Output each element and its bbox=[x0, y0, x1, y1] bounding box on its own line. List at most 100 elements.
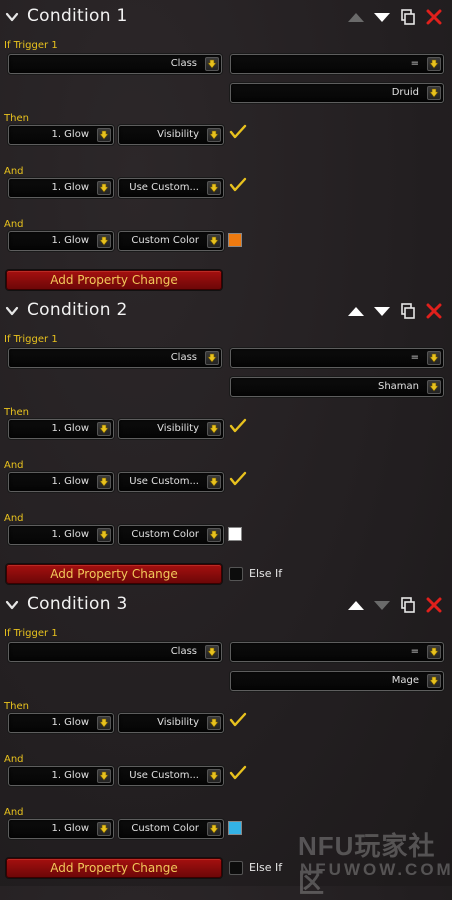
property-dropdown[interactable]: Visibility bbox=[118, 419, 224, 439]
checkmark-icon[interactable] bbox=[229, 471, 247, 487]
dropdown-arrow-icon[interactable] bbox=[207, 716, 221, 730]
property-dropdown[interactable]: Use Custom... bbox=[118, 766, 224, 786]
operator-dropdown-value: = bbox=[410, 58, 419, 69]
operator-dropdown-value: = bbox=[410, 646, 419, 657]
dropdown-arrow-icon[interactable] bbox=[207, 181, 221, 195]
else-if-checkbox[interactable] bbox=[229, 567, 243, 581]
target-dropdown[interactable]: 1. Glow bbox=[8, 472, 114, 492]
property-dropdown-value: Custom Color bbox=[131, 823, 199, 834]
target-dropdown[interactable]: 1. Glow bbox=[8, 178, 114, 198]
property-dropdown[interactable]: Use Custom... bbox=[118, 472, 224, 492]
target-dropdown[interactable]: 1. Glow bbox=[8, 231, 114, 251]
dropdown-arrow-icon[interactable] bbox=[427, 351, 441, 365]
condition-block: Condition 1 If Trigger 1 Class = Druid Then 1.… bbox=[0, 0, 452, 294]
move-down-icon[interactable] bbox=[373, 303, 391, 319]
property-dropdown[interactable]: Custom Color bbox=[118, 819, 224, 839]
dropdown-arrow-icon[interactable] bbox=[427, 57, 441, 71]
property-dropdown-value: Custom Color bbox=[131, 235, 199, 246]
target-dropdown[interactable]: 1. Glow bbox=[8, 819, 114, 839]
dropdown-arrow-icon[interactable] bbox=[97, 128, 111, 142]
dropdown-arrow-icon[interactable] bbox=[427, 674, 441, 688]
move-down-icon[interactable] bbox=[373, 9, 391, 25]
dropdown-arrow-icon[interactable] bbox=[207, 475, 221, 489]
target-dropdown-value: 1. Glow bbox=[51, 717, 89, 728]
dropdown-arrow-icon[interactable] bbox=[97, 234, 111, 248]
dropdown-arrow-icon[interactable] bbox=[97, 528, 111, 542]
dropdown-arrow-icon[interactable] bbox=[97, 822, 111, 836]
property-dropdown[interactable]: Custom Color bbox=[118, 525, 224, 545]
move-up-icon[interactable] bbox=[347, 303, 365, 319]
dropdown-arrow-icon[interactable] bbox=[207, 128, 221, 142]
target-dropdown-value: 1. Glow bbox=[51, 476, 89, 487]
chevron-down-icon[interactable] bbox=[5, 304, 19, 318]
dropdown-arrow-icon[interactable] bbox=[427, 86, 441, 100]
move-down-icon[interactable] bbox=[373, 597, 391, 613]
dropdown-arrow-icon[interactable] bbox=[205, 645, 219, 659]
target-dropdown[interactable]: 1. Glow bbox=[8, 713, 114, 733]
dropdown-arrow-icon[interactable] bbox=[97, 769, 111, 783]
dropdown-arrow-icon[interactable] bbox=[97, 716, 111, 730]
dropdown-arrow-icon[interactable] bbox=[207, 822, 221, 836]
value-dropdown[interactable]: Druid bbox=[230, 83, 444, 103]
color-swatch[interactable] bbox=[228, 527, 242, 541]
operator-dropdown[interactable]: = bbox=[230, 348, 444, 368]
condition-title: Condition 2 bbox=[27, 300, 128, 320]
chevron-down-icon[interactable] bbox=[5, 598, 19, 612]
trigger-property-dropdown-value: Class bbox=[170, 646, 197, 657]
dropdown-arrow-icon[interactable] bbox=[427, 380, 441, 394]
trigger-property-dropdown[interactable]: Class bbox=[8, 348, 222, 368]
add-property-change-label: Add Property Change bbox=[50, 567, 178, 581]
move-up-icon[interactable] bbox=[347, 597, 365, 613]
property-dropdown[interactable]: Visibility bbox=[118, 125, 224, 145]
dropdown-arrow-icon[interactable] bbox=[207, 234, 221, 248]
value-dropdown[interactable]: Shaman bbox=[230, 377, 444, 397]
duplicate-icon[interactable] bbox=[399, 9, 417, 25]
duplicate-icon[interactable] bbox=[399, 303, 417, 319]
trigger-property-dropdown[interactable]: Class bbox=[8, 642, 222, 662]
target-dropdown[interactable]: 1. Glow bbox=[8, 419, 114, 439]
dropdown-arrow-icon[interactable] bbox=[97, 422, 111, 436]
value-dropdown[interactable]: Mage bbox=[230, 671, 444, 691]
property-dropdown[interactable]: Custom Color bbox=[118, 231, 224, 251]
move-up-icon[interactable] bbox=[347, 9, 365, 25]
target-dropdown[interactable]: 1. Glow bbox=[8, 125, 114, 145]
row-label: And bbox=[4, 166, 24, 177]
if-trigger-label: If Trigger 1 bbox=[4, 40, 58, 51]
property-dropdown[interactable]: Use Custom... bbox=[118, 178, 224, 198]
delete-icon[interactable] bbox=[425, 9, 443, 25]
trigger-property-dropdown[interactable]: Class bbox=[8, 54, 222, 74]
dropdown-arrow-icon[interactable] bbox=[207, 528, 221, 542]
dropdown-arrow-icon[interactable] bbox=[205, 351, 219, 365]
operator-dropdown[interactable]: = bbox=[230, 54, 444, 74]
operator-dropdown[interactable]: = bbox=[230, 642, 444, 662]
delete-icon[interactable] bbox=[425, 597, 443, 613]
row-label: Then bbox=[4, 407, 29, 418]
dropdown-arrow-icon[interactable] bbox=[427, 645, 441, 659]
delete-icon[interactable] bbox=[425, 303, 443, 319]
duplicate-icon[interactable] bbox=[399, 597, 417, 613]
color-swatch[interactable] bbox=[228, 821, 242, 835]
dropdown-arrow-icon[interactable] bbox=[207, 422, 221, 436]
dropdown-arrow-icon[interactable] bbox=[205, 57, 219, 71]
checkmark-icon[interactable] bbox=[229, 124, 247, 140]
target-dropdown[interactable]: 1. Glow bbox=[8, 766, 114, 786]
add-property-change-button[interactable]: Add Property Change bbox=[6, 270, 222, 290]
add-property-change-button[interactable]: Add Property Change bbox=[6, 564, 222, 584]
property-dropdown-value: Use Custom... bbox=[129, 476, 199, 487]
property-dropdown[interactable]: Visibility bbox=[118, 713, 224, 733]
checkmark-icon[interactable] bbox=[229, 765, 247, 781]
dropdown-arrow-icon[interactable] bbox=[97, 475, 111, 489]
checkmark-icon[interactable] bbox=[229, 177, 247, 193]
dropdown-arrow-icon[interactable] bbox=[97, 181, 111, 195]
dropdown-arrow-icon[interactable] bbox=[207, 769, 221, 783]
else-if-checkbox[interactable] bbox=[229, 861, 243, 875]
add-property-change-button[interactable]: Add Property Change bbox=[6, 858, 222, 878]
checkmark-icon[interactable] bbox=[229, 418, 247, 434]
operator-dropdown-value: = bbox=[410, 352, 419, 363]
target-dropdown[interactable]: 1. Glow bbox=[8, 525, 114, 545]
condition-title: Condition 3 bbox=[27, 594, 128, 614]
checkmark-icon[interactable] bbox=[229, 712, 247, 728]
if-trigger-label: If Trigger 1 bbox=[4, 334, 58, 345]
color-swatch[interactable] bbox=[228, 233, 242, 247]
chevron-down-icon[interactable] bbox=[5, 10, 19, 24]
